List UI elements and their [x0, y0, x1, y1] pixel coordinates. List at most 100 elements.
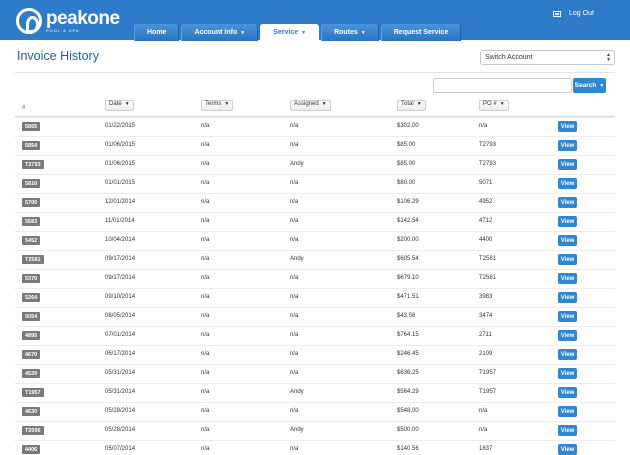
column-header-po[interactable]: PO # ▼ — [479, 100, 509, 111]
view-button[interactable]: View — [558, 444, 577, 455]
invoice-po: T2793 — [479, 161, 497, 167]
column-header-total[interactable]: Total ▼ — [397, 100, 426, 111]
invoice-date: 01/22/2015 — [105, 123, 136, 129]
logout-link[interactable]: Log Out — [553, 10, 594, 17]
chevron-down-icon: ▼ — [499, 101, 505, 107]
sort-total: Total ▼ — [397, 100, 426, 111]
logout-icon — [553, 10, 561, 17]
table-row: 5370 09/17/2014 n/a n/a $679.10 T2581 View — [15, 269, 615, 288]
invoice-number-badge: 5854 — [22, 141, 41, 150]
view-button[interactable]: View — [558, 197, 577, 208]
invoice-date: 01/01/2015 — [105, 180, 136, 186]
invoice-assigned: n/a — [290, 218, 299, 224]
table-row: T1957 05/31/2014 n/a Andy $564.29 T1957 View — [15, 383, 615, 402]
search-button[interactable]: Search ▼ — [573, 78, 606, 93]
table-row: T2793 01/06/2015 n/a Andy $85.00 T2793 View — [15, 155, 615, 174]
view-button[interactable]: View — [558, 349, 577, 360]
chevron-down-icon: ▼ — [416, 101, 422, 107]
column-header-assigned[interactable]: Assigned ▼ — [290, 100, 331, 111]
invoice-po: 3474 — [479, 313, 493, 319]
view-button[interactable]: View — [558, 273, 577, 284]
logo-subtitle: POOL & SPA — [46, 28, 80, 33]
nav-routes[interactable]: Routes ▼ — [321, 24, 379, 41]
invoice-date: 05/31/2014 — [105, 389, 136, 395]
logo-name: peakone — [46, 8, 120, 29]
invoice-assigned: Andy — [290, 161, 304, 167]
invoice-number-badge: 4630 — [22, 407, 41, 416]
nav-service[interactable]: Service ▼ — [260, 24, 320, 41]
table-row: 4630 05/28/2014 n/a n/a $548.00 n/a View — [15, 402, 615, 421]
column-header-date[interactable]: Date ▼ — [105, 100, 134, 111]
invoice-date: 05/31/2014 — [105, 370, 136, 376]
invoice-po: T2581 — [479, 275, 497, 281]
invoice-terms: n/a — [201, 332, 210, 338]
view-button[interactable]: View — [558, 216, 577, 227]
invoice-assigned: Andy — [290, 389, 304, 395]
view-button[interactable]: View — [558, 254, 577, 265]
search-input[interactable] — [433, 78, 572, 93]
invoice-total: $679.10 — [397, 275, 419, 281]
view-button[interactable]: View — [558, 235, 577, 246]
invoice-assigned: n/a — [290, 313, 299, 319]
invoice-po: 3983 — [479, 294, 493, 300]
invoice-terms: n/a — [201, 218, 210, 224]
main-nav: Home Account Info ▼ Service ▼ Routes ▼ R… — [134, 24, 463, 41]
switch-account-select[interactable]: Switch Account ▲ ▼ — [480, 50, 615, 65]
view-button[interactable]: View — [558, 292, 577, 303]
invoice-assigned: n/a — [290, 294, 299, 300]
invoice-date: 12/01/2014 — [105, 199, 136, 205]
invoice-number-badge: 5700 — [22, 198, 41, 207]
sort-po: PO # ▼ — [479, 100, 509, 111]
invoice-number-badge: T2581 — [22, 255, 44, 264]
invoice-terms: n/a — [201, 370, 210, 376]
view-button[interactable]: View — [558, 425, 577, 436]
view-button[interactable]: View — [558, 406, 577, 417]
view-button[interactable]: View — [558, 178, 577, 189]
view-button[interactable]: View — [558, 140, 577, 151]
invoice-number-badge: 5452 — [22, 236, 41, 245]
invoice-terms: n/a — [201, 408, 210, 414]
invoice-assigned: Andy — [290, 256, 304, 262]
view-button[interactable]: View — [558, 368, 577, 379]
invoice-date: 11/01/2014 — [105, 218, 135, 224]
view-button[interactable]: View — [558, 330, 577, 341]
view-button[interactable]: View — [558, 159, 577, 170]
invoice-date: 05/07/2014 — [105, 446, 136, 452]
top-bar: peakone POOL & SPA Home Account Info ▼ S… — [0, 0, 630, 41]
invoice-po: T2581 — [479, 256, 497, 262]
column-total-label: Total — [401, 101, 414, 107]
invoice-po: 1837 — [479, 446, 493, 452]
invoice-date: 01/06/2015 — [105, 142, 136, 148]
invoice-total: $85.00 — [397, 142, 416, 148]
column-po-label: PO # — [483, 101, 497, 107]
view-button[interactable]: View — [558, 311, 577, 322]
invoice-number-badge: 4895 — [22, 331, 41, 340]
invoice-number-badge: 4670 — [22, 350, 41, 359]
search-button-label: Search — [574, 82, 597, 89]
invoice-total: $471.51 — [397, 294, 419, 300]
invoice-po: n/a — [479, 427, 488, 433]
view-button[interactable]: View — [558, 387, 577, 398]
table-row: 5865 01/22/2015 n/a n/a $302.00 n/a View — [15, 117, 615, 136]
nav-account-info[interactable]: Account Info ▼ — [181, 24, 259, 41]
nav-request-service[interactable]: Request Service — [380, 24, 462, 41]
invoice-terms: n/a — [201, 180, 210, 186]
table-row: 5854 01/06/2015 n/a n/a $85.00 T2793 View — [15, 136, 615, 155]
invoice-date: 08/05/2014 — [105, 313, 136, 319]
table-row: 5054 08/05/2014 n/a n/a $43.56 3474 View — [15, 307, 615, 326]
table-row: 5700 12/01/2014 n/a n/a $106.29 4952 View — [15, 193, 615, 212]
table-row: 4670 06/17/2014 n/a n/a $246.45 2109 View — [15, 345, 615, 364]
invoice-terms: n/a — [201, 161, 210, 167]
invoice-terms: n/a — [201, 123, 210, 129]
table-row: 5452 10/04/2014 n/a n/a $200.00 4400 View — [15, 231, 615, 250]
column-header-terms[interactable]: Terms ▼ — [201, 100, 234, 111]
column-header-id: # — [22, 105, 26, 111]
invoice-number-badge: T2793 — [22, 160, 44, 169]
logo[interactable]: peakone POOL & SPA — [16, 6, 120, 36]
invoice-terms: n/a — [201, 199, 210, 205]
chevron-down-icon: ▼ — [224, 101, 230, 107]
invoice-total: $246.45 — [397, 351, 419, 357]
nav-home[interactable]: Home — [134, 24, 180, 41]
logo-icon — [16, 8, 42, 34]
view-button[interactable]: View — [558, 121, 577, 132]
